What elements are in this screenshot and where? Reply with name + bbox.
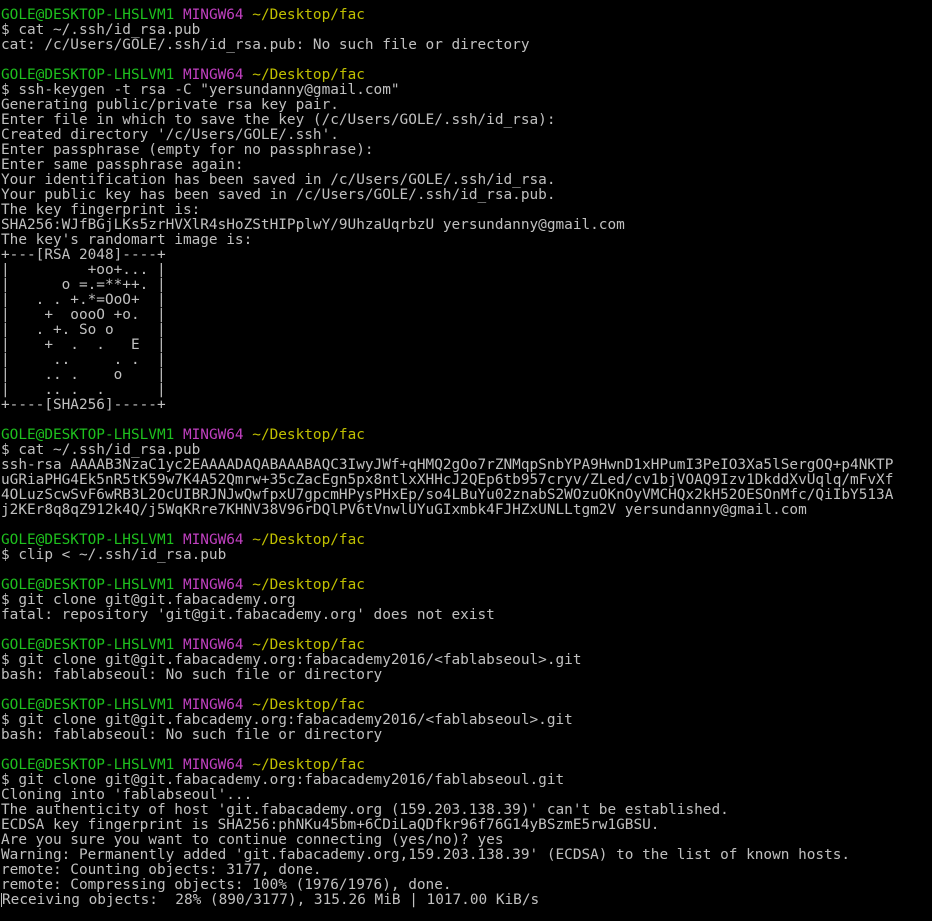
prompt-cwd: ~/Desktop/fac [252, 638, 365, 653]
output-line: The key fingerprint is: [1, 203, 201, 218]
prompt-msystem: MINGW64 [182, 8, 244, 23]
command-line: $ git clone git@git.fabacademy.org:fabac… [1, 653, 582, 668]
output-line: Your public key has been saved in /c/Use… [1, 188, 556, 203]
output-line: | . +. So o | [1, 323, 166, 338]
command-line: $ git clone git@git.fabacademy.org:fabac… [1, 773, 565, 788]
output-line: +---[RSA 2048]----+ [1, 248, 166, 263]
output-line: Enter file in which to save the key (/c/… [1, 113, 556, 128]
output-line: Cloning into 'fablabseoul'... [1, 788, 253, 803]
output-line: bash: fablabseoul: No such file or direc… [1, 668, 383, 683]
prompt-cwd: ~/Desktop/fac [252, 428, 365, 443]
prompt-msystem: MINGW64 [182, 638, 244, 653]
prompt-line: GOLE@DESKTOP-LHSLVM1 MINGW64 ~/Desktop/f… [1, 428, 932, 443]
output-line: uGRiaPHG4Ek5nR5tK59w7K4A52Qmrw+35cZacEgn… [1, 473, 894, 488]
output-line: bash: fablabseoul: No such file or direc… [1, 728, 383, 743]
prompt-msystem: MINGW64 [182, 758, 244, 773]
prompt-user-host: GOLE@DESKTOP-LHSLVM1 [1, 68, 175, 83]
output-line: | .. . . | [1, 353, 166, 368]
output-line: Warning: Permanently added 'git.fabacade… [1, 848, 851, 863]
output-line: | +oo+... | [1, 263, 166, 278]
output-line: Enter same passphrase again: [1, 158, 244, 173]
output-line: j2KEr8q8qZ912k4Q/j5WqKRre7KHNV38V96rDQlP… [1, 503, 807, 518]
command-line: $ cat ~/.ssh/id_rsa.pub [1, 23, 201, 38]
output-line: The authenticity of host 'git.fabacademy… [1, 803, 729, 818]
prompt-msystem: MINGW64 [182, 698, 244, 713]
output-line: | + . . E | [1, 338, 166, 353]
prompt-cwd: ~/Desktop/fac [252, 533, 365, 548]
prompt-msystem: MINGW64 [182, 533, 244, 548]
output-line: Your identification has been saved in /c… [1, 173, 556, 188]
output-line: +----[SHA256]-----+ [1, 398, 166, 413]
prompt-msystem: MINGW64 [182, 68, 244, 83]
prompt-line: GOLE@DESKTOP-LHSLVM1 MINGW64 ~/Desktop/f… [1, 698, 932, 713]
prompt-cwd: ~/Desktop/fac [252, 8, 365, 23]
output-line: Generating public/private rsa key pair. [1, 98, 339, 113]
prompt-user-host: GOLE@DESKTOP-LHSLVM1 [1, 533, 175, 548]
prompt-user-host: GOLE@DESKTOP-LHSLVM1 [1, 428, 175, 443]
command-line: $ git clone git@git.fabcademy.org:fabaca… [1, 713, 573, 728]
prompt-cwd: ~/Desktop/fac [252, 68, 365, 83]
output-line: | .. . . | [1, 383, 166, 398]
output-line: 4OLuzScwSvF6wRB3L2OcUIBRJNJwQwfpxU7gpcmH… [1, 488, 894, 503]
output-line: Are you sure you want to continue connec… [1, 833, 504, 848]
output-line: ECDSA key fingerprint is SHA256:phNKu45b… [1, 818, 660, 833]
prompt-cwd: ~/Desktop/fac [252, 758, 365, 773]
prompt-msystem: MINGW64 [182, 578, 244, 593]
output-line: | . . +.*=OoO+ | [1, 293, 166, 308]
prompt-cwd: ~/Desktop/fac [252, 698, 365, 713]
prompt-line: GOLE@DESKTOP-LHSLVM1 MINGW64 ~/Desktop/f… [1, 8, 932, 23]
output-line: The key's randomart image is: [1, 233, 253, 248]
prompt-line: GOLE@DESKTOP-LHSLVM1 MINGW64 ~/Desktop/f… [1, 638, 932, 653]
output-line: | .. . o | [1, 368, 166, 383]
prompt-user-host: GOLE@DESKTOP-LHSLVM1 [1, 578, 175, 593]
command-line: $ ssh-keygen -t rsa -C "yersundanny@gmai… [1, 83, 400, 98]
output-line: cat: /c/Users/GOLE/.ssh/id_rsa.pub: No s… [1, 38, 530, 53]
terminal-window[interactable]: GOLE@DESKTOP-LHSLVM1 MINGW64 ~/Desktop/f… [0, 0, 932, 921]
command-line: $ git clone git@git.fabacademy.org [1, 593, 296, 608]
output-line: | + oooO +o. | [1, 308, 166, 323]
command-line: $ cat ~/.ssh/id_rsa.pub [1, 443, 201, 458]
command-line: $ clip < ~/.ssh/id_rsa.pub [1, 548, 227, 563]
output-line: Receiving objects: 28% (890/3177), 315.2… [1, 893, 932, 908]
output-line: fatal: repository 'git@git.fabacademy.or… [1, 608, 495, 623]
prompt-user-host: GOLE@DESKTOP-LHSLVM1 [1, 638, 175, 653]
output-line: ssh-rsa AAAAB3NzaC1yc2EAAAADAQABAAABAQC3… [1, 458, 894, 473]
output-line: | o =.=**++. | [1, 278, 166, 293]
output-text: Receiving objects: 28% (890/3177), 315.2… [2, 893, 540, 908]
prompt-line: GOLE@DESKTOP-LHSLVM1 MINGW64 ~/Desktop/f… [1, 758, 932, 773]
prompt-cwd: ~/Desktop/fac [252, 578, 365, 593]
prompt-msystem: MINGW64 [182, 428, 244, 443]
prompt-line: GOLE@DESKTOP-LHSLVM1 MINGW64 ~/Desktop/f… [1, 578, 932, 593]
output-line: SHA256:WJfBGjLKs5zrHVXlR4sHoZStHIPplwY/9… [1, 218, 625, 233]
prompt-user-host: GOLE@DESKTOP-LHSLVM1 [1, 758, 175, 773]
output-line: Created directory '/c/Users/GOLE/.ssh'. [1, 128, 339, 143]
output-line: remote: Compressing objects: 100% (1976/… [1, 878, 452, 893]
output-line: remote: Counting objects: 3177, done. [1, 863, 322, 878]
prompt-user-host: GOLE@DESKTOP-LHSLVM1 [1, 698, 175, 713]
prompt-user-host: GOLE@DESKTOP-LHSLVM1 [1, 8, 175, 23]
prompt-line: GOLE@DESKTOP-LHSLVM1 MINGW64 ~/Desktop/f… [1, 533, 932, 548]
prompt-line: GOLE@DESKTOP-LHSLVM1 MINGW64 ~/Desktop/f… [1, 68, 932, 83]
output-line: Enter passphrase (empty for no passphras… [1, 143, 374, 158]
